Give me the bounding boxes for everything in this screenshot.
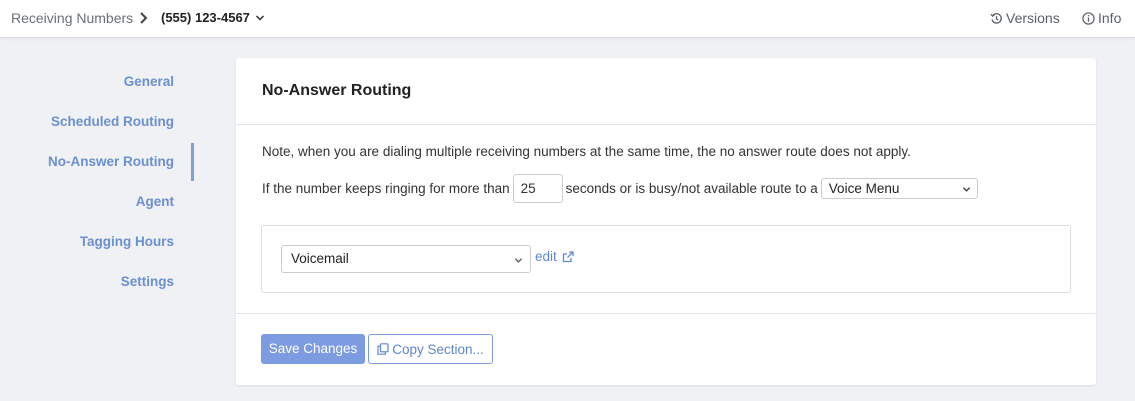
edit-destination-link[interactable]: edit bbox=[535, 249, 574, 264]
destination-box: Voicemail edit bbox=[261, 225, 1071, 293]
external-link-icon bbox=[562, 250, 574, 262]
ring-suffix-text: seconds or is busy/not available route t… bbox=[565, 180, 818, 196]
route-type-value: Voice Menu bbox=[828, 180, 900, 196]
chevron-right-icon bbox=[140, 12, 148, 24]
current-number-selector[interactable]: (555) 123-4567 bbox=[161, 10, 250, 25]
top-bar: Receiving Numbers (555) 123-4567 Version… bbox=[0, 0, 1135, 38]
destination-select[interactable]: Voicemail bbox=[281, 245, 531, 273]
chevron-down-icon bbox=[514, 258, 523, 263]
info-icon bbox=[1082, 11, 1095, 25]
info-label: Info bbox=[1098, 10, 1122, 26]
sidebar-item-settings[interactable]: Settings bbox=[121, 274, 174, 289]
copy-section-button[interactable]: Copy Section... bbox=[368, 334, 493, 364]
sidebar-item-agent[interactable]: Agent bbox=[136, 194, 174, 209]
active-section-indicator bbox=[191, 143, 194, 181]
sidebar-item-scheduled-routing[interactable]: Scheduled Routing bbox=[51, 114, 174, 129]
footer-divider bbox=[236, 313, 1096, 314]
destination-value: Voicemail bbox=[291, 251, 349, 266]
sidebar-item-tagging-hours[interactable]: Tagging Hours bbox=[80, 234, 174, 249]
ring-timeout-row: If the number keeps ringing for more tha… bbox=[262, 173, 978, 203]
copy-icon bbox=[377, 343, 389, 355]
section-title: No-Answer Routing bbox=[262, 82, 412, 99]
header-divider bbox=[236, 124, 1096, 125]
sidebar-item-general[interactable]: General bbox=[124, 74, 174, 89]
sidebar-item-no-answer-routing[interactable]: No-Answer Routing bbox=[48, 154, 174, 169]
chevron-down-icon[interactable] bbox=[255, 13, 265, 23]
breadcrumb-receiving-numbers[interactable]: Receiving Numbers bbox=[11, 10, 133, 26]
info-button[interactable]: Info bbox=[1082, 10, 1121, 26]
ring-seconds-input[interactable]: 25 bbox=[512, 173, 563, 203]
route-type-select[interactable]: Voice Menu bbox=[820, 177, 978, 199]
ring-prefix-text: If the number keeps ringing for more tha… bbox=[262, 180, 510, 196]
save-changes-button[interactable]: Save Changes bbox=[261, 334, 365, 364]
history-icon bbox=[990, 12, 1002, 24]
chevron-down-icon bbox=[962, 186, 970, 192]
routing-note: Note, when you are dialing multiple rece… bbox=[262, 144, 911, 159]
copy-section-label: Copy Section... bbox=[392, 341, 484, 357]
edit-label: edit bbox=[535, 249, 557, 264]
versions-button[interactable]: Versions bbox=[990, 10, 1060, 26]
versions-label: Versions bbox=[1006, 10, 1060, 26]
no-answer-routing-card: No-Answer Routing Note, when you are dia… bbox=[236, 58, 1096, 385]
